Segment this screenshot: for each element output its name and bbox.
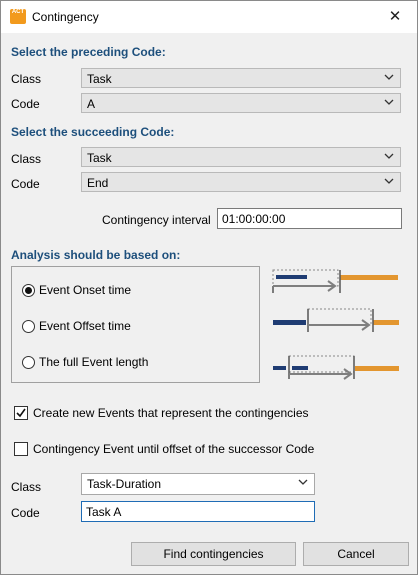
- close-icon[interactable]: ✕: [385, 7, 405, 27]
- result-class-value: Task-Duration: [87, 477, 162, 491]
- until-offset-box[interactable]: [14, 442, 28, 456]
- chevron-down-icon: [298, 479, 308, 485]
- contingency-dialog: ACT Contingency ✕ Select the preceding C…: [0, 0, 418, 575]
- interval-value: 01:00:00:00: [222, 212, 286, 226]
- chevron-down-icon: [384, 99, 394, 105]
- analysis-options-group: Event Onset time Event Offset time The f…: [11, 266, 260, 383]
- succeeding-heading: Select the succeeding Code:: [11, 125, 175, 139]
- title-bar: ACT Contingency ✕: [1, 1, 417, 33]
- create-events-box[interactable]: [14, 406, 28, 420]
- succeeding-class-label: Class: [11, 152, 42, 166]
- succeeding-class-select[interactable]: Task: [81, 147, 401, 167]
- succeeding-class-value: Task: [87, 151, 112, 165]
- result-class-select[interactable]: Task-Duration: [81, 473, 315, 495]
- full-length-diagram-icon: [273, 355, 399, 380]
- app-icon: ACT: [10, 9, 26, 24]
- preceding-class-value: Task: [87, 72, 112, 86]
- succeeding-code-value: End: [87, 176, 109, 190]
- radio-onset-circle[interactable]: [22, 284, 35, 297]
- result-code-label: Code: [11, 506, 40, 520]
- analysis-heading: Analysis should be based on:: [11, 248, 181, 262]
- offset-diagram-icon: [273, 308, 399, 332]
- radio-offset-label: Event Offset time: [39, 319, 131, 333]
- radio-offset-circle[interactable]: [22, 320, 35, 333]
- result-code-input[interactable]: Task A: [81, 501, 315, 522]
- preceding-code-select[interactable]: A: [81, 93, 401, 113]
- find-contingencies-button[interactable]: Find contingencies: [131, 542, 296, 566]
- radio-full-length-circle[interactable]: [22, 356, 35, 369]
- preceding-code-label: Code: [11, 97, 40, 111]
- app-icon-text: ACT: [11, 9, 25, 15]
- succeeding-code-select[interactable]: End: [81, 172, 401, 192]
- cancel-button[interactable]: Cancel: [303, 542, 409, 566]
- chevron-down-icon: [384, 153, 394, 159]
- interval-input[interactable]: 01:00:00:00: [217, 208, 402, 229]
- result-code-value: Task A: [86, 505, 122, 519]
- preceding-heading: Select the preceding Code:: [11, 45, 166, 59]
- interval-label: Contingency interval: [102, 213, 211, 227]
- succeeding-code-label: Code: [11, 177, 40, 191]
- window-title: Contingency: [32, 10, 99, 24]
- checkmark-icon: [16, 408, 26, 418]
- chevron-down-icon: [384, 74, 394, 80]
- chevron-down-icon: [384, 178, 394, 184]
- preceding-code-value: A: [87, 97, 96, 111]
- preceding-class-label: Class: [11, 72, 42, 86]
- until-offset-label: Contingency Event until offset of the su…: [33, 442, 315, 456]
- radio-full-length-label: The full Event length: [39, 355, 149, 369]
- preceding-class-select[interactable]: Task: [81, 68, 401, 88]
- radio-selected-dot: [25, 287, 32, 294]
- create-events-label: Create new Events that represent the con…: [33, 406, 309, 420]
- radio-onset-label: Event Onset time: [39, 283, 132, 297]
- onset-diagram-icon: [272, 269, 398, 293]
- result-class-label: Class: [11, 480, 42, 494]
